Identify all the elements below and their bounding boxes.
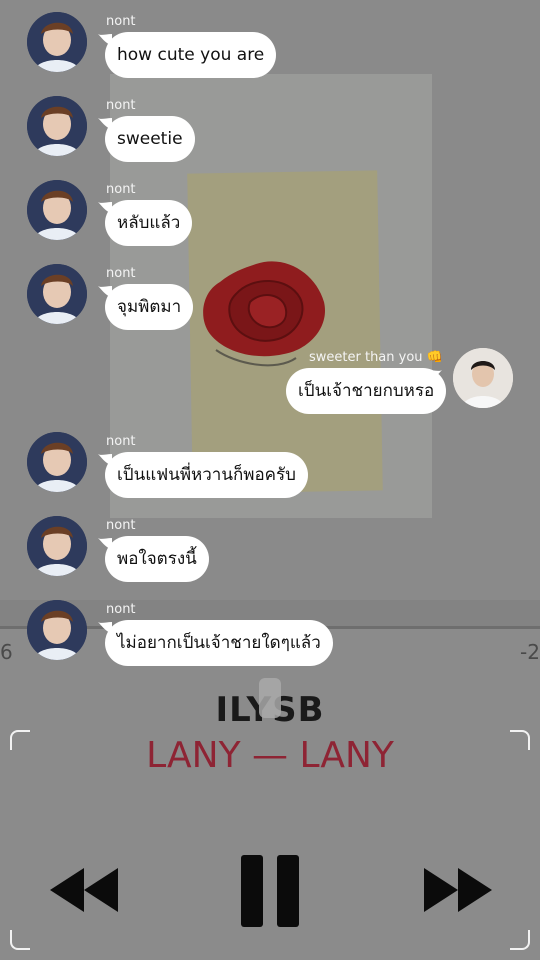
message-bubble: เป็นแฟนพี่หวานก็พอครับ	[105, 452, 308, 498]
message-bubble: หลับแล้ว	[105, 200, 193, 246]
avatar	[27, 264, 87, 324]
sender-name: nont	[106, 434, 136, 449]
song-artist-album: LANY — LANY	[146, 735, 394, 776]
sender-name: nont	[106, 602, 136, 617]
sender-name: nont	[106, 518, 136, 533]
avatar	[27, 12, 87, 72]
rewind-icon[interactable]	[50, 868, 120, 912]
message-bubble: how cute you are	[105, 32, 277, 78]
avatar	[27, 180, 87, 240]
pause-icon[interactable]	[241, 855, 301, 927]
message-bubble: พอใจตรงนี้	[105, 536, 209, 582]
sender-name: sweeter than you 👊	[309, 350, 443, 365]
sender-name: nont	[106, 182, 136, 197]
message-bubble: ไม่อยากเป็นเจ้าชายใดๆแล้ว	[105, 620, 333, 666]
time-remaining: -2	[520, 640, 540, 664]
message-bubble: sweetie	[105, 116, 195, 162]
avatar	[27, 432, 87, 492]
time-elapsed: 6	[0, 640, 13, 664]
frame-corner-top-right	[510, 730, 530, 750]
avatar	[27, 516, 87, 576]
message-bubble: จุมพิตมา	[105, 284, 194, 330]
fast-forward-icon[interactable]	[422, 868, 492, 912]
sender-name: nont	[106, 266, 136, 281]
sender-name: nont	[106, 98, 136, 113]
sender-name: nont	[106, 14, 136, 29]
frame-corner-top-left	[10, 730, 30, 750]
message-bubble: เป็นเจ้าชายกบหรอ	[286, 368, 447, 414]
avatar	[453, 348, 513, 408]
scrubber-handle[interactable]	[259, 678, 281, 718]
avatar	[27, 96, 87, 156]
frame-corner-bottom-left	[10, 930, 30, 950]
avatar	[27, 600, 87, 660]
frame-corner-bottom-right	[510, 930, 530, 950]
